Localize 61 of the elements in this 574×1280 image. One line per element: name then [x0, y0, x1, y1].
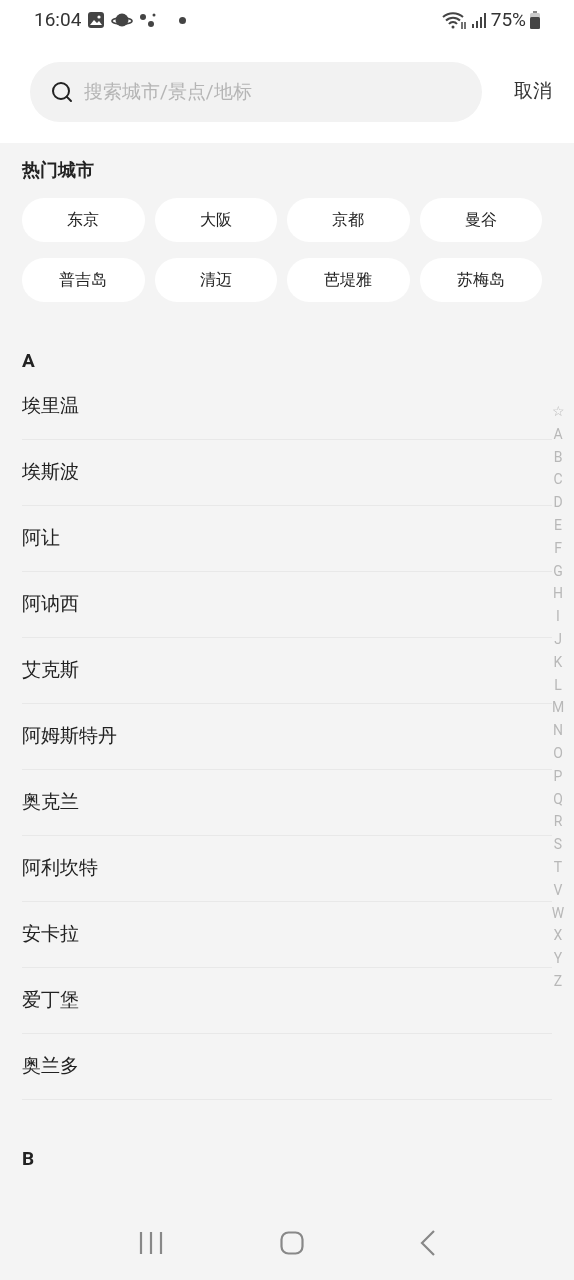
index-letter[interactable]: B — [553, 445, 563, 469]
index-letter[interactable]: J — [554, 627, 562, 651]
city-item[interactable]: 阿讷西 — [22, 590, 79, 619]
city-item[interactable]: 安卡拉 — [22, 920, 79, 949]
battery-level: 75% — [490, 6, 526, 33]
index-letter[interactable]: A — [553, 422, 563, 446]
cancel-button[interactable]: 取消 — [514, 77, 552, 106]
index-letter[interactable]: T — [553, 855, 563, 879]
section-title: 热门城市 — [22, 158, 95, 182]
index-letter[interactable]: K — [553, 650, 563, 674]
city-item[interactable]: 埃里温 — [22, 392, 79, 421]
index-letter[interactable]: H — [553, 582, 563, 606]
wifi-icon — [440, 10, 467, 30]
city-chip[interactable]: 曼谷 — [419, 198, 542, 242]
city-item[interactable]: 阿让 — [22, 524, 60, 553]
city-chip[interactable]: 普吉岛 — [22, 258, 145, 302]
search-field[interactable]: 搜索城市/景点/地标 — [30, 61, 482, 122]
index-letter[interactable]: M — [551, 696, 565, 720]
index-letter[interactable]: Z — [553, 969, 563, 993]
back-icon[interactable] — [420, 1229, 436, 1256]
index-letter[interactable]: N — [553, 719, 563, 742]
battery-icon — [530, 11, 540, 29]
city-item[interactable]: 埃斯波 — [22, 458, 79, 487]
city-item[interactable]: 阿利坎特 — [22, 854, 98, 883]
index-letter[interactable]: V — [553, 878, 563, 902]
planet-icon — [111, 11, 134, 29]
city-chip[interactable]: 芭堤雅 — [287, 258, 410, 302]
city-item[interactable]: 阿姆斯特丹 — [22, 722, 117, 751]
image-icon — [87, 11, 106, 29]
city-chip[interactable]: 大阪 — [154, 198, 277, 242]
signal-icon — [470, 11, 487, 29]
city-item[interactable]: 艾克斯 — [22, 656, 79, 685]
index-letter[interactable]: ☆ — [551, 400, 565, 423]
status-time: 16:04 — [34, 6, 82, 33]
index-letter[interactable]: G — [553, 559, 563, 583]
home-icon[interactable] — [280, 1230, 304, 1255]
index-letter[interactable]: X — [553, 924, 563, 948]
city-chip[interactable]: 苏梅岛 — [419, 258, 542, 302]
index-letter[interactable]: Q — [553, 787, 563, 811]
index-letter[interactable]: F — [554, 536, 562, 560]
index-letter[interactable]: S — [553, 833, 563, 856]
city-chip[interactable]: 清迈 — [154, 258, 277, 302]
index-letter[interactable]: Y — [553, 947, 563, 970]
city-chip[interactable]: 东京 — [22, 198, 145, 242]
city-chip[interactable]: 京都 — [287, 198, 410, 242]
city-item[interactable]: 爱丁堡 — [22, 986, 79, 1015]
city-item[interactable]: 奥兰多 — [22, 1052, 79, 1081]
index-letter[interactable]: C — [553, 468, 563, 492]
index-letter[interactable]: O — [553, 741, 563, 765]
section-letter: A — [22, 348, 36, 374]
section-letter: B — [22, 1146, 36, 1172]
dot-icon — [179, 16, 187, 24]
index-letter[interactable]: L — [554, 673, 562, 697]
index-letter[interactable]: R — [553, 810, 563, 834]
index-letter[interactable]: W — [551, 901, 565, 925]
city-item[interactable]: 奥克兰 — [22, 788, 79, 817]
index-letter[interactable]: E — [554, 514, 562, 537]
search-icon — [50, 79, 74, 104]
recent-apps-icon[interactable] — [138, 1230, 164, 1255]
index-letter[interactable]: P — [553, 764, 563, 788]
index-letter[interactable]: D — [553, 491, 563, 514]
